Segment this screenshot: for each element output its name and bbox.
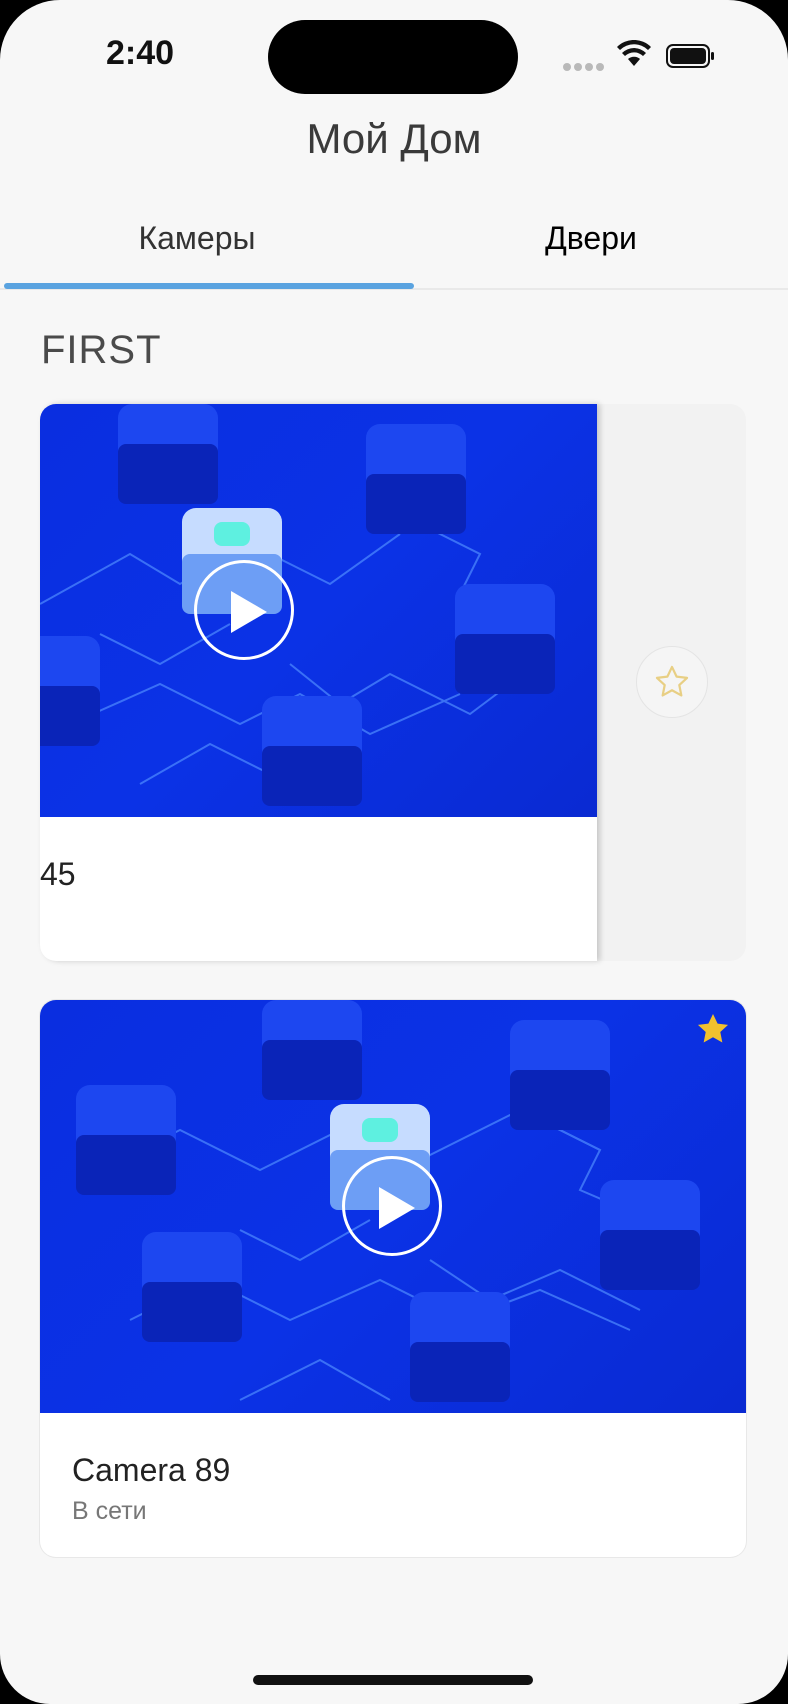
server-network-illustration	[40, 404, 555, 806]
camera-card[interactable]: Camera 89 В сети	[40, 1000, 746, 1557]
wifi-icon	[617, 40, 651, 66]
camera-thumbnail[interactable]	[40, 1000, 746, 1413]
cellular-signal-icon	[563, 58, 607, 76]
phone-screen: 2:40 Мой Дом Камеры Двери FIRST 45 Camer…	[0, 0, 788, 1704]
camera-name: 45	[40, 856, 76, 892]
play-button[interactable]	[342, 1156, 442, 1256]
home-indicator[interactable]	[253, 1675, 533, 1685]
add-favorite-button[interactable]	[636, 646, 708, 718]
battery-icon	[666, 44, 714, 68]
play-icon	[379, 1187, 415, 1229]
page-title: Мой Дом	[306, 115, 482, 162]
tab-active-indicator	[4, 283, 414, 289]
section-title: FIRST	[41, 328, 162, 372]
play-icon	[231, 591, 267, 633]
favorite-star-icon[interactable]	[694, 1010, 732, 1048]
camera-card[interactable]: 45	[40, 404, 597, 961]
dynamic-island	[268, 20, 518, 94]
status-time: 2:40	[106, 34, 175, 72]
tab-bar: Камеры Двери	[0, 190, 788, 290]
status-bar: 2:40	[0, 0, 788, 110]
tab-doors[interactable]: Двери	[394, 220, 788, 257]
star-outline-icon	[655, 665, 689, 697]
camera-thumbnail[interactable]	[40, 404, 597, 817]
tab-cameras[interactable]: Камеры	[0, 220, 394, 257]
camera-status: В сети	[72, 1497, 147, 1525]
play-button[interactable]	[194, 560, 294, 660]
camera-name: Camera 89	[72, 1452, 231, 1488]
